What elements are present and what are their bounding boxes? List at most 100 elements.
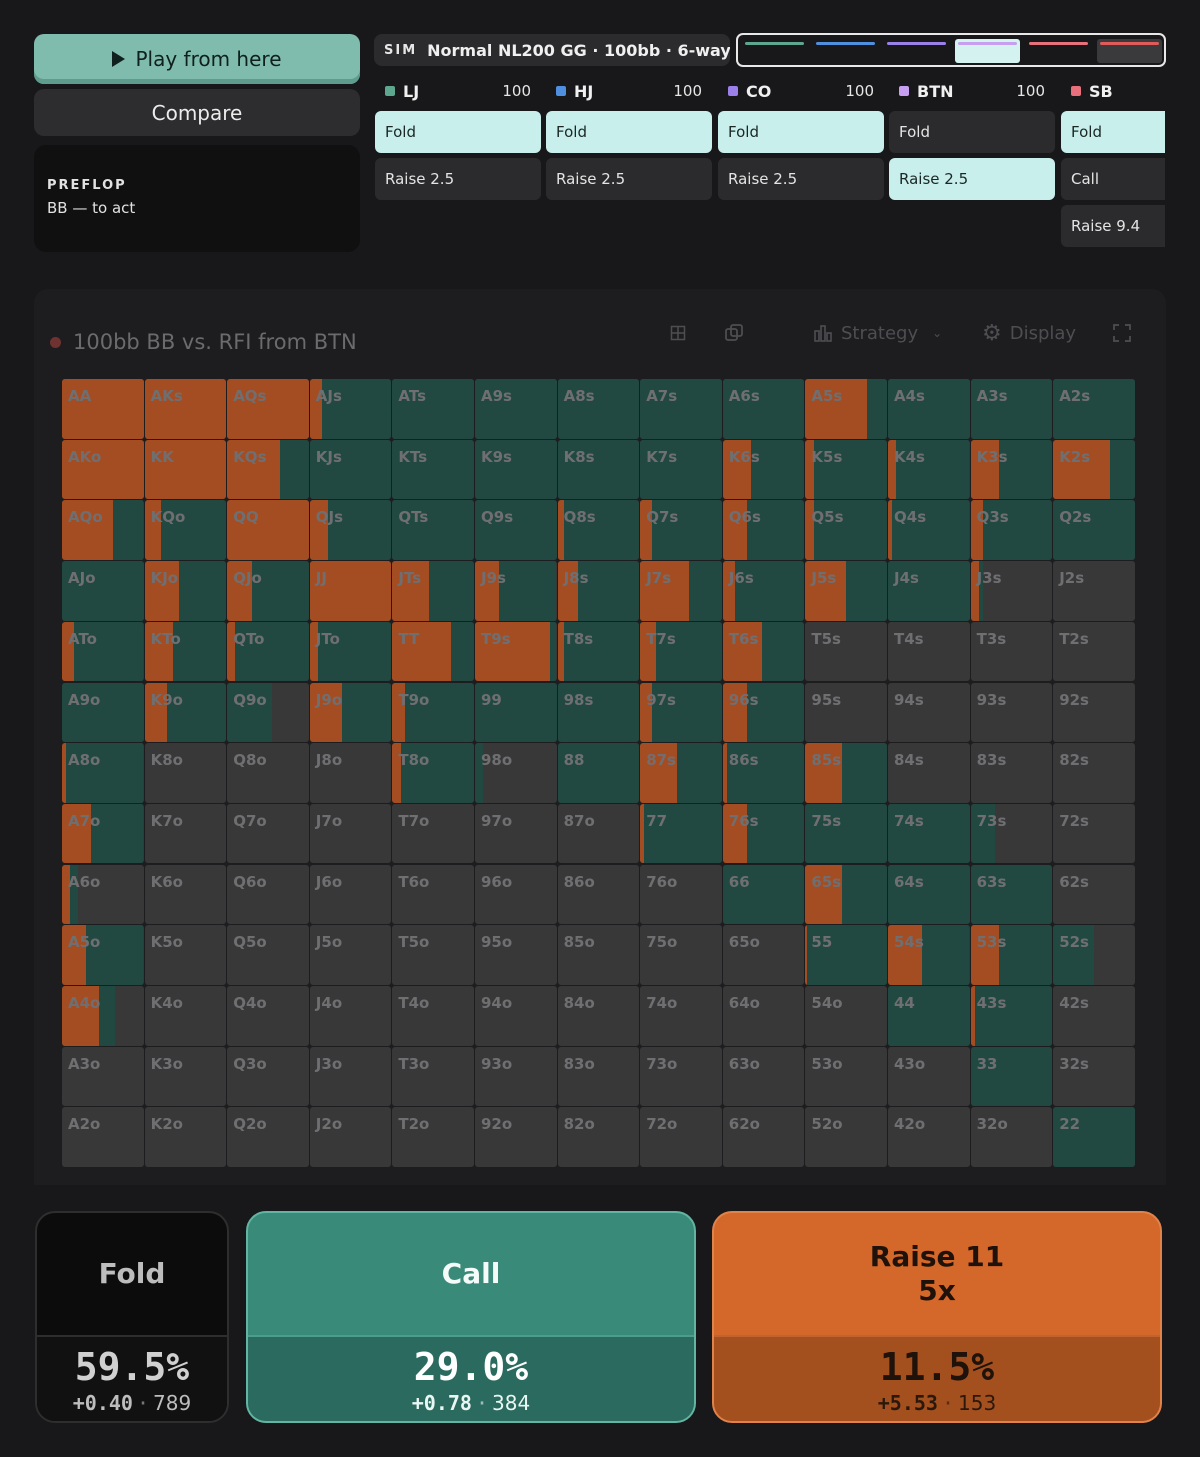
hand-cell[interactable]: 76s [722, 803, 805, 864]
hand-cell[interactable]: AA [62, 379, 144, 439]
hand-cell[interactable]: AJo [62, 561, 144, 621]
hand-cell[interactable]: A4o [62, 986, 144, 1046]
fold-action-card[interactable]: Fold 59.5% +0.40 · 789 [35, 1211, 229, 1423]
hand-cell[interactable]: A7s [640, 379, 722, 439]
hand-cell[interactable]: Q2s [1053, 500, 1135, 560]
hand-cell[interactable]: K3s [970, 439, 1053, 500]
hand-cell[interactable]: T7s [640, 621, 722, 682]
hand-cell[interactable]: J2o [309, 1107, 392, 1167]
display-button[interactable]: ⚙ Display [982, 318, 1076, 348]
hand-cell[interactable]: A3s [970, 379, 1053, 439]
hand-cell[interactable]: 44 [888, 986, 970, 1046]
hand-cell[interactable]: K6o [144, 864, 227, 925]
hand-cell[interactable]: Q5s [805, 500, 887, 560]
hand-cell[interactable]: A2s [1053, 379, 1135, 439]
hand-cell[interactable]: Q6o [227, 864, 309, 925]
hand-cell[interactable]: 92s [1053, 682, 1135, 742]
hand-cell[interactable]: 54s [888, 925, 970, 985]
hand-cell[interactable]: K5s [805, 439, 887, 500]
hand-cell[interactable]: K2o [144, 1107, 227, 1167]
hand-cell[interactable]: 72s [1053, 803, 1135, 864]
hand-cell[interactable]: Q7o [227, 803, 309, 864]
hand-cell[interactable]: 98o [475, 743, 557, 803]
hand-cell[interactable]: K5o [144, 925, 227, 985]
hand-cell[interactable]: 62o [722, 1107, 805, 1167]
hand-cell[interactable]: J4s [888, 561, 970, 621]
hand-cell[interactable]: 97s [640, 682, 722, 742]
hand-cell[interactable]: Q9s [475, 500, 557, 560]
hand-cell[interactable]: Q3o [227, 1046, 309, 1107]
hand-cell[interactable]: KK [144, 439, 227, 500]
hand-cell[interactable]: 64o [722, 986, 805, 1046]
hand-cell[interactable]: K8o [144, 743, 227, 803]
hand-cell[interactable]: 84o [557, 986, 640, 1046]
raise-action-card[interactable]: Raise 11 5x 11.5% +5.53 · 153 [712, 1211, 1162, 1423]
hand-cell[interactable]: K2s [1053, 439, 1135, 500]
hand-cell[interactable]: 82s [1053, 743, 1135, 803]
hand-cell[interactable]: 92o [475, 1107, 557, 1167]
player-action-button[interactable]: Raise 2.5 [375, 158, 541, 200]
hand-cell[interactable]: 32s [1053, 1046, 1135, 1107]
hand-cell[interactable]: 94o [475, 986, 557, 1046]
hand-cell[interactable]: TT [392, 621, 474, 682]
hand-cell[interactable]: KQo [144, 500, 227, 560]
hand-cell[interactable]: 42s [1053, 986, 1135, 1046]
hand-cell[interactable]: A6s [722, 379, 805, 439]
hand-cell[interactable]: 98s [557, 682, 640, 742]
hand-cell[interactable]: 52s [1053, 925, 1135, 985]
hand-cell[interactable]: Q3s [970, 500, 1053, 560]
hand-cell[interactable]: T3s [970, 621, 1053, 682]
hand-cell[interactable]: 96o [475, 864, 557, 925]
copy-icon[interactable] [724, 318, 744, 348]
hand-cell[interactable]: K9o [144, 682, 227, 742]
hand-cell[interactable]: J5o [309, 925, 392, 985]
hand-cell[interactable]: 74o [640, 986, 722, 1046]
hand-cell[interactable]: KQs [227, 439, 309, 500]
hand-cell[interactable]: T5s [805, 621, 887, 682]
hand-cell[interactable]: QJo [227, 561, 309, 621]
hand-cell[interactable]: A6o [62, 864, 144, 925]
hand-cell[interactable]: Q8o [227, 743, 309, 803]
hand-cell[interactable]: KJo [144, 561, 227, 621]
hand-cell[interactable]: A9s [475, 379, 557, 439]
hand-cell[interactable]: 85o [557, 925, 640, 985]
hand-cell[interactable]: J6o [309, 864, 392, 925]
hand-cell[interactable]: 86s [722, 743, 805, 803]
hand-cell[interactable]: 65o [722, 925, 805, 985]
hand-cell[interactable]: Q4s [888, 500, 970, 560]
hand-cell[interactable]: 84s [888, 743, 970, 803]
player-action-button[interactable]: Fold [718, 111, 884, 153]
hand-cell[interactable]: 72o [640, 1107, 722, 1167]
hand-cell[interactable]: 77 [640, 803, 722, 864]
hand-cell[interactable]: T4o [392, 986, 474, 1046]
hand-cell[interactable]: 62s [1053, 864, 1135, 925]
hand-cell[interactable]: J7s [640, 561, 722, 621]
hand-cell[interactable]: K3o [144, 1046, 227, 1107]
hand-cell[interactable]: 95o [475, 925, 557, 985]
hand-cell[interactable]: ATs [392, 379, 474, 439]
hand-cell[interactable]: 64s [888, 864, 970, 925]
hand-cell[interactable]: A3o [62, 1046, 144, 1107]
fullscreen-icon[interactable] [1113, 318, 1131, 348]
hand-cell[interactable]: 93s [970, 682, 1053, 742]
hand-cell[interactable]: T3o [392, 1046, 474, 1107]
hand-cell[interactable]: J8s [557, 561, 640, 621]
hand-cell[interactable]: K6s [722, 439, 805, 500]
hand-cell[interactable]: K7o [144, 803, 227, 864]
hand-cell[interactable]: J3s [970, 561, 1053, 621]
hand-cell[interactable]: T2s [1053, 621, 1135, 682]
hand-cell[interactable]: T5o [392, 925, 474, 985]
hand-cell[interactable]: AQs [227, 379, 309, 439]
hand-cell[interactable]: 97o [475, 803, 557, 864]
hand-cell[interactable]: T2o [392, 1107, 474, 1167]
player-action-button[interactable]: Fold [546, 111, 712, 153]
hand-cell[interactable]: 86o [557, 864, 640, 925]
hand-cell[interactable]: 75o [640, 925, 722, 985]
hand-cell[interactable]: T4s [888, 621, 970, 682]
hand-cell[interactable]: QJs [309, 500, 392, 560]
hand-cell[interactable]: Q5o [227, 925, 309, 985]
hand-cell[interactable]: 85s [805, 743, 887, 803]
hand-cell[interactable]: 22 [1053, 1107, 1135, 1167]
hand-cell[interactable]: A8o [62, 743, 144, 803]
hand-cell[interactable]: ATo [62, 621, 144, 682]
